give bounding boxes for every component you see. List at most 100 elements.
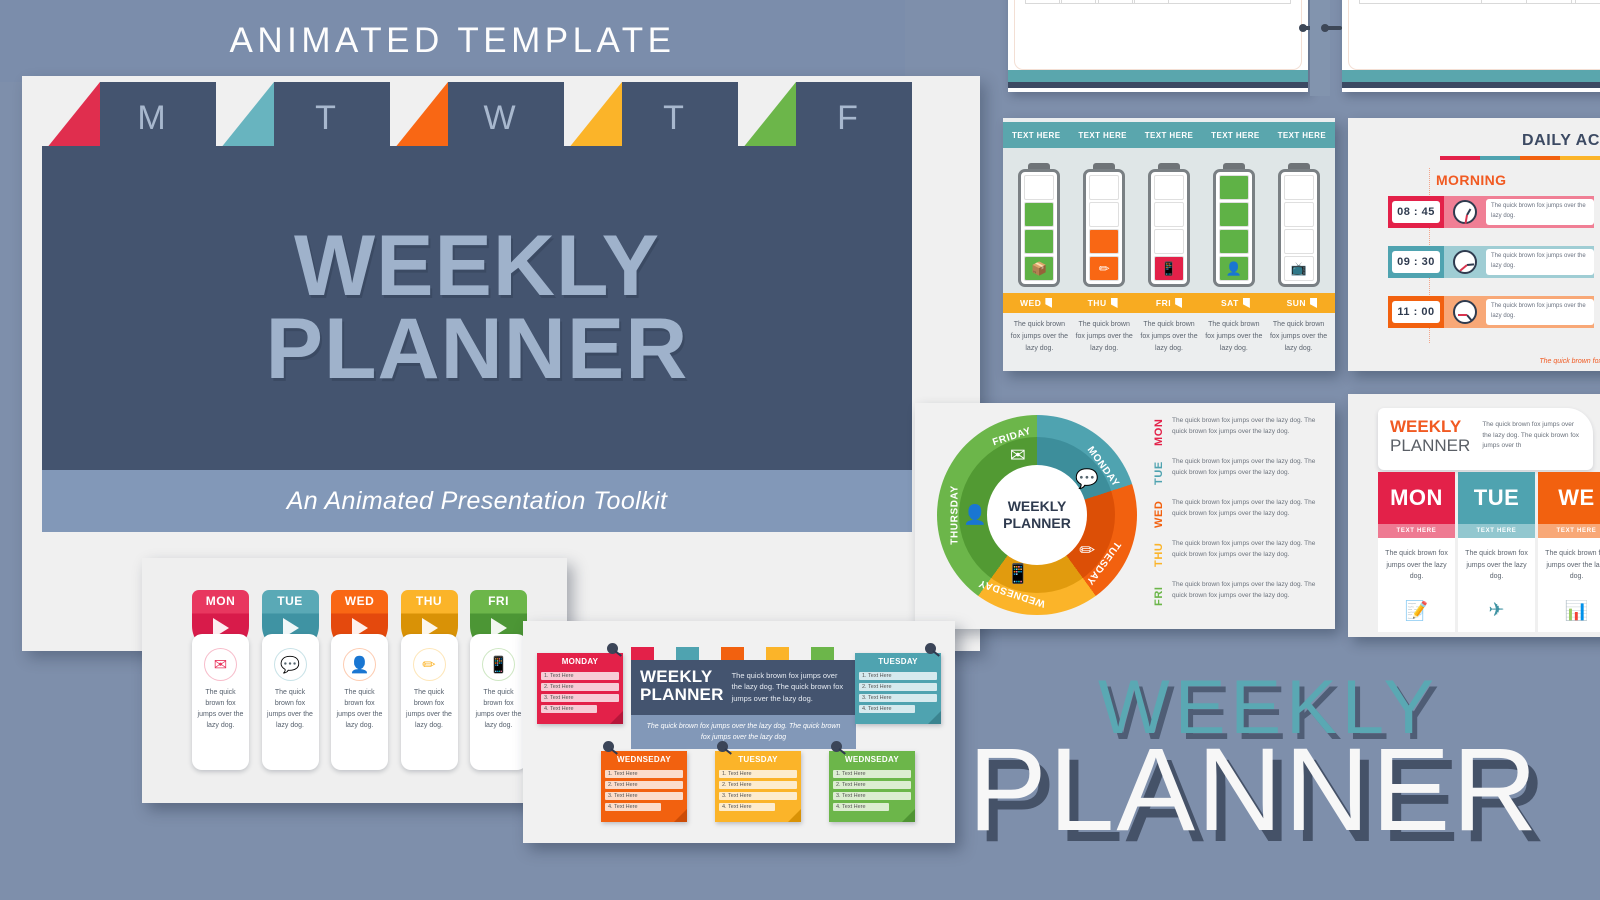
weekly-donut-chart: WEEKLY PLANNER MONDAY 💬 TUESDAY ✏ WEDNESDAY 📱…: [937, 415, 1137, 615]
flag-icon: [1242, 298, 1250, 308]
weekly-column-text: The quick brown fox jumps over the lazy …: [1545, 550, 1600, 581]
sticky-note-line[interactable]: 4. Text Here: [605, 803, 662, 811]
daily-activity-time-wrap: 08 : 45: [1388, 196, 1444, 228]
daily-activity-title: DAILY AC: [1521, 132, 1600, 149]
sticky-note-line[interactable]: 3. Text Here: [605, 792, 683, 800]
mobile-phone-icon: 📱: [482, 648, 515, 681]
battery-caption: The quick brown fox jumps over the lazy …: [1010, 321, 1068, 352]
battery-1[interactable]: ✏: [1072, 163, 1137, 287]
battery-shell: 📺: [1277, 169, 1320, 287]
sticky-note-2[interactable]: WEDNSEDAY 1. Text Here 2. Text Here 3. Text…: [601, 751, 687, 822]
mobile-phone-icon: 📱: [1005, 563, 1030, 585]
person-icon: 👤: [963, 505, 987, 526]
day-tab-m-0[interactable]: M: [42, 82, 216, 154]
pushpin-icon: [831, 741, 846, 755]
battery-0[interactable]: 📦: [1007, 163, 1072, 287]
sticky-note-line[interactable]: 1. Text Here: [833, 770, 911, 778]
wheel-list-day: FRI: [1153, 586, 1165, 606]
sticky-note-line[interactable]: 2. Text Here: [719, 781, 797, 789]
daily-activity-row-2[interactable]: 11 : 00 The quick brown fox jumps over th…: [1388, 296, 1594, 328]
wheel-list-text: The quick brown fox jumps over the lazy …: [1172, 499, 1316, 518]
wheel-list-item-tue: TUE The quick brown fox jumps over the la…: [1153, 456, 1325, 490]
daily-activity-panel: DAILY AC MORNING 08 : 45 The quick brown …: [1348, 118, 1600, 371]
pushpin-icon: [607, 643, 622, 657]
weekly-column-tue[interactable]: TUE TEXT HERE The quick brown fox jumps ov…: [1458, 472, 1535, 632]
wheel-list-day: THU: [1153, 542, 1165, 568]
battery-day-label: SUN: [1269, 293, 1335, 313]
page-title: WEEKLY PLANNER: [266, 223, 689, 391]
note-pencil-icon: 📝: [1404, 600, 1429, 622]
screenshot-root: ANIMATED TEMPLATE The quick brown fox ju…: [0, 0, 1600, 900]
daily-activity-row-0[interactable]: 08 : 45 The quick brown fox jumps over th…: [1388, 196, 1594, 228]
weekly-column-sub: TEXT HERE: [1378, 524, 1455, 538]
sticky-note-line[interactable]: 3. Text Here: [541, 694, 619, 702]
day-card-tue[interactable]: TUE 💬 The quick brown fox jumps over the l…: [261, 590, 319, 770]
day-card-wed[interactable]: WED 👤 The quick brown fox jumps over the l…: [331, 590, 388, 770]
sticky-note-line[interactable]: 4. Text Here: [541, 705, 598, 713]
sticky-note-line[interactable]: 4. Text Here: [719, 803, 776, 811]
battery-cell: [1089, 175, 1120, 200]
day-tab-t-1[interactable]: T: [216, 82, 390, 154]
wheel-list-item-wed: WED The quick brown fox jumps over the la…: [1153, 497, 1325, 531]
sticky-note-line[interactable]: 1. Text Here: [719, 770, 797, 778]
sticky-note-line[interactable]: 2. Text Here: [605, 781, 683, 789]
sticky-note-0[interactable]: MONDAY 1. Text Here 2. Text Here 3. Text He…: [537, 653, 623, 724]
sticky-note-line[interactable]: 3. Text Here: [719, 792, 797, 800]
tab-triangle-icon: [216, 82, 274, 154]
weekly-columns-title-2: PLANNER: [1390, 436, 1471, 456]
weekly-columns-title-1: WEEKLY: [1390, 417, 1462, 436]
sticky-note-body: 1. Text Here 2. Text Here 3. Text Here 4. T…: [537, 669, 623, 724]
battery-cell: [1024, 175, 1055, 200]
sticky-note-line[interactable]: 3. Text Here: [833, 792, 911, 800]
battery-4[interactable]: 📺: [1266, 163, 1331, 287]
tab-body: M: [100, 82, 216, 154]
battery-cell: [1283, 175, 1314, 200]
sticky-note-line[interactable]: 2. Text Here: [541, 683, 619, 691]
daily-activity-row-1[interactable]: 09 : 30 The quick brown fox jumps over th…: [1388, 246, 1594, 278]
sticky-note-line[interactable]: 1. Text Here: [605, 770, 683, 778]
flag-icon: [1175, 298, 1183, 308]
day-tab-w-2[interactable]: W: [390, 82, 564, 154]
clock-icon: [1453, 250, 1477, 274]
battery-captions-row: The quick brown fox jumps over the lazy …: [1003, 313, 1335, 371]
weekly-column-day: TUE: [1458, 472, 1535, 524]
wheel-list-item-fri: FRI The quick brown fox jumps over the la…: [1153, 579, 1325, 613]
daily-activity-time-wrap: 11 : 00: [1388, 296, 1444, 328]
weekly-column-we[interactable]: WETEXT HERE The quick brown fox jumps ove…: [1538, 472, 1600, 632]
sticky-note-3[interactable]: TUESDAY 1. Text Here 2. Text Here 3. Text H…: [715, 751, 801, 822]
sticky-note-line[interactable]: 1. Text Here: [859, 672, 937, 680]
sticky-note-line[interactable]: 1. Text Here: [541, 672, 619, 680]
speech-bubbles-icon: 💬: [1075, 468, 1099, 490]
day-tab-t-3[interactable]: T: [564, 82, 738, 154]
sticky-note-1[interactable]: TUESDAY 1. Text Here 2. Text Here 3. Text H…: [855, 653, 941, 724]
notes-weekly-title: WEEKLY PLANNER: [640, 667, 724, 705]
battery-cell: 📺: [1283, 256, 1314, 281]
battery-cell: [1089, 202, 1120, 227]
wheel-list-day: MON: [1153, 418, 1165, 446]
sticky-note-line[interactable]: 4. Text Here: [833, 803, 890, 811]
battery-cell: [1218, 175, 1249, 200]
sticky-note-4[interactable]: WEDNSEDAY 1. Text Here 2. Text Here 3. Text…: [829, 751, 915, 822]
battery-3[interactable]: 👤: [1201, 163, 1266, 287]
flag-icon: [1110, 298, 1118, 308]
wheel-list-text: The quick brown fox jumps over the lazy …: [1172, 417, 1316, 436]
daily-activity-time: 11 : 00: [1392, 301, 1440, 323]
battery-cell: 📦: [1024, 256, 1055, 281]
day-card-fri[interactable]: FRI 📱 The quick brown fox jumps over the l…: [470, 590, 527, 770]
weekly-column-mon[interactable]: MON TEXT HERE The quick brown fox jumps ov…: [1378, 472, 1455, 632]
sticky-note-line[interactable]: 3. Text Here: [859, 694, 937, 702]
sticky-note-line[interactable]: 4. Text Here: [859, 705, 916, 713]
day-card-mon[interactable]: MON ✉ The quick brown fox jumps over the l…: [192, 590, 249, 770]
battery-cell: [1089, 229, 1120, 254]
day-card-label: TUE: [277, 594, 303, 608]
pushpin-icon: [925, 643, 940, 657]
notes-weekly-title-1: WEEKLY: [640, 667, 713, 686]
battery-2[interactable]: 📱: [1137, 163, 1202, 287]
day-card-text: The quick brown fox jumps over the lazy …: [336, 689, 383, 729]
day-card-thu[interactable]: THU ✏ The quick brown fox jumps over the l…: [400, 590, 458, 770]
tab-letter: T: [315, 98, 337, 137]
weekly-column-day: MON: [1378, 472, 1455, 524]
day-tab-f-4[interactable]: F: [738, 82, 912, 154]
sticky-note-line[interactable]: 2. Text Here: [833, 781, 911, 789]
sticky-note-line[interactable]: 2. Text Here: [859, 683, 937, 691]
